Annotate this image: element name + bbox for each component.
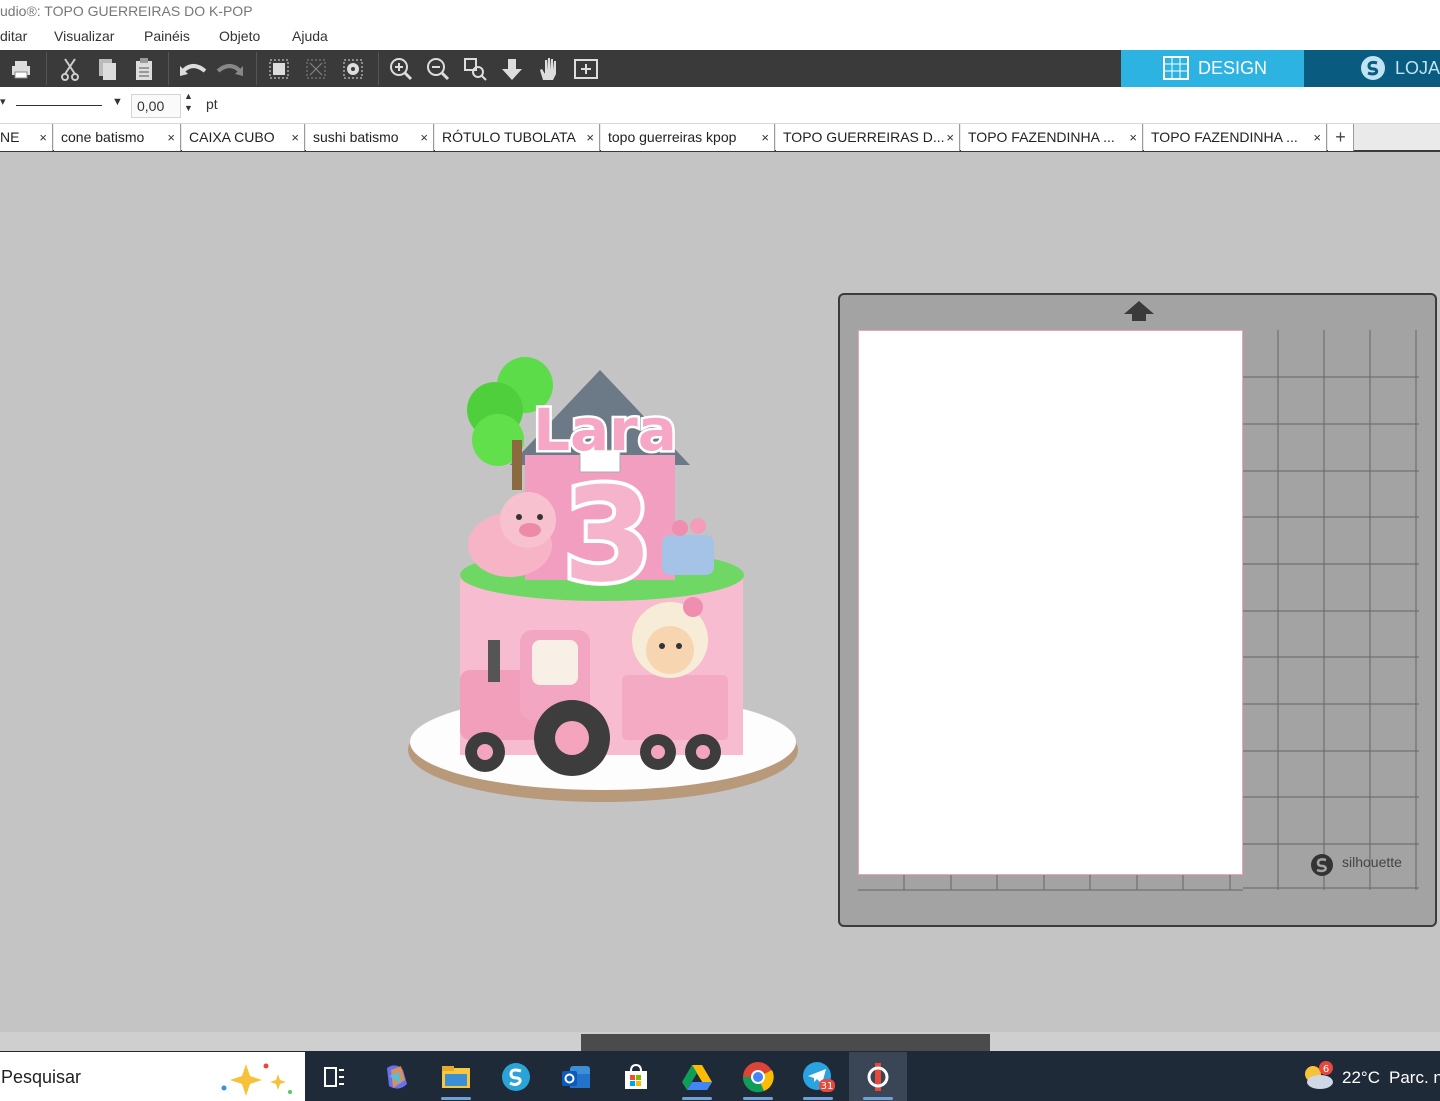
weather-condition[interactable]: Parc. n: [1389, 1068, 1440, 1088]
google-drive-icon[interactable]: [679, 1060, 715, 1094]
weather-badge-count: 6: [1323, 1064, 1329, 1075]
design-tab[interactable]: DESIGN: [1121, 50, 1304, 87]
chrome-icon[interactable]: [740, 1060, 776, 1094]
tab-close-icon[interactable]: ×: [946, 124, 954, 151]
chrome-running-indicator: [743, 1097, 773, 1100]
tab-close-icon[interactable]: ×: [1129, 124, 1137, 151]
design-tab-label: DESIGN: [1198, 58, 1268, 78]
group-icon[interactable]: [264, 54, 294, 84]
zoom-out-icon[interactable]: [423, 54, 453, 84]
menu-bar: ditar Visualizar Painéis Objeto Ajuda: [0, 24, 1440, 50]
tab-close-icon[interactable]: ×: [167, 124, 175, 151]
ungroup-icon[interactable]: [301, 54, 331, 84]
cake-topper-artwork[interactable]: Lara 3: [400, 340, 810, 810]
tab-doc-0[interactable]: NE ×: [0, 124, 53, 151]
telegram-badge-count: 31: [821, 1081, 834, 1092]
line-style-dropdown-arrow[interactable]: ▾: [0, 95, 6, 108]
cut-icon[interactable]: [55, 54, 85, 84]
menu-object[interactable]: Objeto: [219, 28, 260, 44]
fit-to-page-icon[interactable]: [497, 54, 527, 84]
tab-close-icon[interactable]: ×: [1313, 124, 1321, 151]
tab-label: cone batismo: [61, 129, 145, 145]
tab-label: TOPO FAZENDINHA ...: [1151, 129, 1298, 145]
zoom-select-icon[interactable]: [460, 54, 490, 84]
tab-doc-4[interactable]: RÓTULO TUBOLATA ×: [435, 124, 600, 151]
document-tab-strip: NE × cone batismo × CAIXA CUBO × sushi bati…: [0, 124, 1440, 152]
line-width-input[interactable]: 0,00: [131, 94, 181, 118]
weather-temperature[interactable]: 22°C: [1342, 1068, 1380, 1088]
silhouette-connect-icon[interactable]: [860, 1060, 896, 1094]
copilot-sparkle-icon: [221, 1063, 292, 1096]
cake-number-text: 3: [563, 459, 653, 611]
tab-label: TOPO GUERREIRAS D...: [783, 129, 945, 145]
tab-doc-2[interactable]: CAIXA CUBO ×: [182, 124, 305, 151]
media-page[interactable]: [858, 330, 1243, 875]
file-explorer-running-indicator: [441, 1097, 471, 1100]
store-tab-label: LOJA: [1395, 58, 1440, 78]
tab-doc-7[interactable]: TOPO FAZENDINHA ... ×: [961, 124, 1143, 151]
tab-label: sushi batismo: [313, 129, 399, 145]
window-title: udio®: TOPO GUERREIRAS DO K-POP: [0, 0, 1440, 24]
tab-label: topo guerreiras kpop: [608, 129, 737, 145]
zoom-in-icon[interactable]: [386, 54, 416, 84]
mat-brand-label: silhouette: [1342, 854, 1402, 870]
search-placeholder: Pesquisar: [1, 1067, 82, 1087]
pan-hand-icon[interactable]: [534, 54, 564, 84]
store-tab[interactable]: LOJA: [1304, 50, 1440, 87]
tab-doc-6-active[interactable]: TOPO GUERREIRAS D... ×: [776, 124, 960, 151]
page-view-icon[interactable]: [571, 54, 601, 84]
paste-icon[interactable]: [129, 54, 159, 84]
microsoft-store-icon[interactable]: [618, 1060, 654, 1094]
tab-label: TOPO FAZENDINHA ...: [968, 129, 1115, 145]
silhouette-studio-icon[interactable]: [498, 1060, 534, 1094]
task-view-icon[interactable]: [316, 1060, 352, 1094]
line-style-chevron-down-icon[interactable]: ▼: [112, 96, 123, 108]
line-style-bar: ▾ ▼ 0,00 ▲ ▼ pt: [0, 87, 1440, 124]
horizontal-scrollbar-thumb[interactable]: [581, 1034, 990, 1051]
make-compound-icon[interactable]: [338, 54, 368, 84]
taskbar-search-box[interactable]: Pesquisar: [0, 1052, 305, 1101]
google-drive-running-indicator: [682, 1097, 712, 1100]
mat-grid: [1243, 330, 1419, 890]
line-style-preview[interactable]: [16, 105, 102, 106]
file-explorer-icon[interactable]: [438, 1060, 474, 1094]
active-app-indicator: [863, 1097, 893, 1100]
tab-label: RÓTULO TUBOLATA: [442, 129, 576, 145]
copy-icon[interactable]: [92, 54, 122, 84]
tab-doc-8[interactable]: TOPO FAZENDINHA ... ×: [1144, 124, 1327, 151]
undo-icon[interactable]: [178, 54, 208, 84]
menu-panels[interactable]: Painéis: [144, 28, 190, 44]
silhouette-logo-icon: [1361, 56, 1385, 80]
menu-help[interactable]: Ajuda: [292, 28, 328, 44]
tab-close-icon[interactable]: ×: [420, 124, 428, 151]
main-toolbar: DESIGN LOJA: [0, 50, 1440, 87]
line-width-unit: pt: [206, 96, 218, 112]
tab-close-icon[interactable]: ×: [291, 124, 299, 151]
tab-doc-5[interactable]: topo guerreiras kpop ×: [601, 124, 775, 151]
weather-icon[interactable]: 6: [1300, 1060, 1336, 1092]
print-icon[interactable]: [6, 54, 36, 84]
telegram-icon[interactable]: 31: [800, 1060, 836, 1094]
design-grid-icon: [1163, 56, 1189, 80]
copilot-app-icon[interactable]: [378, 1060, 414, 1094]
tab-label: CAIXA CUBO: [189, 129, 275, 145]
menu-view[interactable]: Visualizar: [54, 28, 114, 44]
tab-close-icon[interactable]: ×: [761, 124, 769, 151]
tab-doc-3[interactable]: sushi batismo ×: [306, 124, 434, 151]
tab-doc-1[interactable]: cone batismo ×: [54, 124, 181, 151]
add-tab-button[interactable]: +: [1328, 124, 1354, 151]
outlook-icon[interactable]: [558, 1060, 594, 1094]
feed-direction-arrow-icon: [1124, 301, 1154, 321]
silhouette-mat-logo-icon: [1311, 854, 1333, 876]
redo-icon[interactable]: [215, 54, 245, 84]
line-width-spinner[interactable]: ▲ ▼: [184, 90, 193, 114]
tab-close-icon[interactable]: ×: [586, 124, 594, 151]
tab-close-icon[interactable]: ×: [39, 124, 47, 151]
cake-name-text: Lara: [533, 396, 677, 464]
telegram-running-indicator: [803, 1097, 833, 1100]
tab-label: NE: [0, 129, 20, 145]
menu-edit[interactable]: ditar: [0, 28, 27, 44]
mat-bottom-ruler: [858, 875, 1243, 891]
